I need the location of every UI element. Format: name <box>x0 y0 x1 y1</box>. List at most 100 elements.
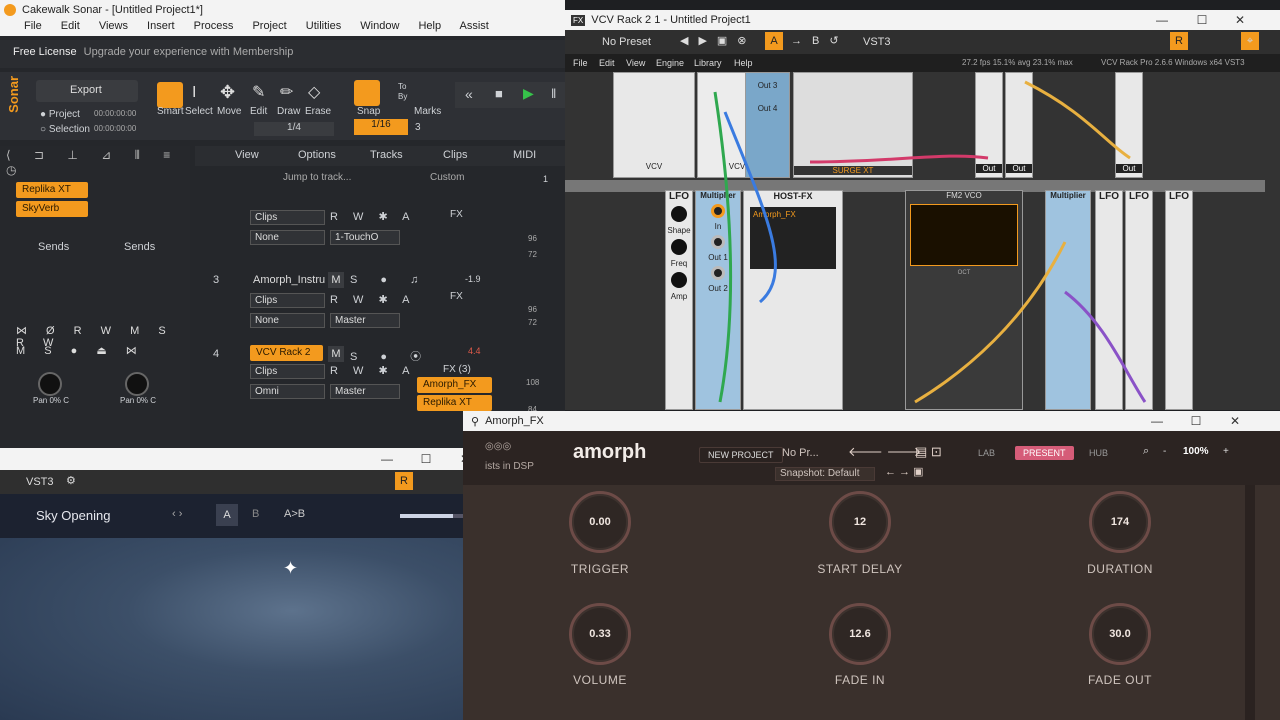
mute-button[interactable]: M <box>328 346 344 362</box>
snap-icon[interactable] <box>354 80 380 106</box>
marks-label[interactable]: Marks <box>414 106 441 117</box>
erase-tool-label[interactable]: Erase <box>305 106 331 117</box>
rewind-icon[interactable]: « <box>465 86 473 102</box>
erase-tool-icon[interactable]: ◇ <box>308 82 320 102</box>
clips-menu[interactable]: Clips <box>443 149 467 161</box>
edit-tool-label[interactable]: Edit <box>250 106 267 117</box>
vcv-menu-file[interactable]: File <box>573 58 588 68</box>
minimize-icon[interactable]: — <box>1143 13 1181 27</box>
menu-views[interactable]: Views <box>99 20 128 32</box>
maximize-icon[interactable]: ☐ <box>1183 13 1221 27</box>
track-rw-buttons[interactable]: R W ✱ A <box>330 364 415 377</box>
track-input-select[interactable]: Omni <box>250 384 325 399</box>
track-name[interactable]: Amorph_Instru <box>253 274 325 286</box>
sky-r-button[interactable]: R <box>395 472 413 490</box>
jump-to-track[interactable]: Jump to track... Custom <box>250 172 520 188</box>
tab-hub[interactable]: HUB <box>1081 446 1116 460</box>
track-fx[interactable]: FX <box>450 209 463 220</box>
track-rw-buttons[interactable]: R W ✱ A <box>330 293 415 306</box>
draw-tool-icon[interactable]: ✏ <box>280 82 293 102</box>
track-solo-rec[interactable]: S ● ♫ <box>350 274 428 286</box>
snapshot-nav-icons[interactable]: ← → ▣ <box>885 465 924 478</box>
vcv-menu-engine[interactable]: Engine <box>656 58 684 68</box>
menu-file[interactable]: File <box>24 20 42 32</box>
vcv-menu-help[interactable]: Help <box>734 58 753 68</box>
track-name[interactable]: VCV Rack 2 1 <box>250 345 323 374</box>
pin-icon[interactable]: ⌖ <box>1241 32 1259 50</box>
strip-buttons-2[interactable]: M S ● ⏏ ⋈ <box>16 344 145 357</box>
menu-insert[interactable]: Insert <box>147 20 175 32</box>
menu-process[interactable]: Process <box>194 20 234 32</box>
vcv-menu-edit[interactable]: Edit <box>599 58 615 68</box>
close-icon[interactable]: ✕ <box>1221 13 1259 27</box>
pause-icon[interactable]: ‖ <box>551 86 556 101</box>
vcv-b-icons[interactable]: →B↺ <box>791 34 849 47</box>
menu-edit[interactable]: Edit <box>61 20 80 32</box>
fx-chip-replika[interactable]: Replika XT <box>417 395 492 411</box>
minimize-icon[interactable]: — <box>368 452 406 466</box>
smart-tool-icon[interactable] <box>157 82 183 108</box>
gear-icon[interactable]: ⚙ <box>66 474 76 487</box>
pan-knob-1[interactable] <box>38 372 62 396</box>
sky-slider[interactable] <box>400 514 470 518</box>
move-tool-label[interactable]: Move <box>217 106 241 117</box>
sky-visual[interactable]: ✦ <box>0 538 487 720</box>
track-solo-rec[interactable]: S ● ⦿ <box>350 348 431 364</box>
track-input-select[interactable]: None <box>250 313 325 328</box>
zoom-in-icon[interactable]: + <box>1223 446 1229 457</box>
track-output-select[interactable]: Master <box>330 313 400 328</box>
options-menu[interactable]: Options <box>298 149 336 161</box>
fx-chip-replika[interactable]: Replika XT <box>16 182 88 198</box>
play-icon[interactable]: ▶ <box>523 85 534 102</box>
track-output-select[interactable]: 1-TouchO <box>330 230 400 245</box>
fx-chip-skyverb[interactable]: SkyVerb <box>16 201 88 217</box>
upgrade-link[interactable]: Upgrade your experience with Membership <box>84 46 294 58</box>
track-clips-select[interactable]: Clips <box>250 293 325 308</box>
draw-tool-label[interactable]: Draw <box>277 106 300 117</box>
vcv-nav-icons[interactable]: ◀▶▣⊗ <box>680 34 757 47</box>
selection-radio[interactable]: ○ Selection <box>40 124 90 135</box>
sky-b-button[interactable]: B <box>252 508 259 520</box>
jump-input[interactable]: Jump to track... <box>283 172 351 183</box>
track-clips-select[interactable]: Clips <box>250 364 325 379</box>
fx-chip-amorph[interactable]: Amorph_FX <box>417 377 492 393</box>
prev-next-icons[interactable]: ‹ › <box>172 508 182 520</box>
menu-window[interactable]: Window <box>360 20 399 32</box>
minimize-icon[interactable]: — <box>1138 414 1176 428</box>
stop-icon[interactable]: ■ <box>495 86 503 101</box>
track-rw-buttons[interactable]: R W ✱ A <box>330 210 415 223</box>
tracks-menu[interactable]: Tracks <box>370 149 403 161</box>
track-fx[interactable]: FX <box>450 291 463 302</box>
sky-a-button[interactable]: A <box>216 504 238 526</box>
snap-value[interactable]: 1/16 <box>354 119 408 135</box>
track-fx[interactable]: FX (3) <box>443 364 471 375</box>
tab-present[interactable]: PRESENT <box>1015 446 1074 460</box>
search-icon[interactable]: ⌕ <box>1143 445 1149 458</box>
track-clips-select[interactable]: Clips <box>250 210 325 225</box>
maximize-icon[interactable]: ☐ <box>1177 414 1215 428</box>
pan-knob-2[interactable] <box>125 372 149 396</box>
vcv-menu-library[interactable]: Library <box>694 58 722 68</box>
project-radio[interactable]: ● Project <box>40 109 80 120</box>
snapshot-select[interactable]: Snapshot: Default <box>775 467 875 481</box>
select-tool-label[interactable]: Select <box>185 106 213 117</box>
new-project-button[interactable]: NEW PROJECT <box>699 447 783 463</box>
mute-button[interactable]: M <box>328 272 344 288</box>
close-icon[interactable]: ✕ <box>1216 414 1254 428</box>
amorph-preset-select[interactable]: No Pr... <box>782 447 819 459</box>
track-output-select[interactable]: Master <box>330 384 400 399</box>
amorph-scrollbar[interactable] <box>1245 485 1255 720</box>
preset-nav-icons[interactable]: 🡐 🡒 <box>848 444 921 460</box>
edit-tool-icon[interactable]: ✎ <box>252 82 265 102</box>
save-icons[interactable]: ▤ ⊡ <box>915 444 942 460</box>
track-input-select[interactable]: None <box>250 230 325 245</box>
vcv-menu-view[interactable]: View <box>626 58 645 68</box>
sky-preset-name[interactable]: Sky Opening <box>36 508 110 523</box>
menu-utilities[interactable]: Utilities <box>306 20 341 32</box>
vcv-preset-select[interactable]: No Preset <box>602 36 651 48</box>
midi-menu[interactable]: MIDI <box>513 149 536 161</box>
vcv-a-button[interactable]: A <box>765 32 783 50</box>
menu-assist[interactable]: Assist <box>460 20 489 32</box>
export-button[interactable]: Export <box>36 80 138 102</box>
custom-select[interactable]: Custom <box>430 172 464 183</box>
